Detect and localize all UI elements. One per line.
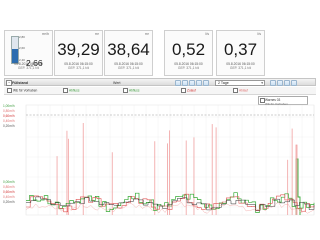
series-tag-label: WE für Vorhaben: [13, 88, 38, 93]
zoom-out-button[interactable]: [182, 79, 188, 86]
value-card-2: m³ 38,64 05.8.2016 06:15:00 GEP. 371,1 t…: [104, 30, 153, 76]
level-gauge-card: m³/h 2,80 2,60 2,40 2,66 05.8.2016 06:15…: [4, 30, 53, 76]
export-button[interactable]: [270, 79, 276, 86]
settings-button[interactable]: [277, 79, 283, 86]
axis-label-upper: 1,00m/h: [3, 104, 15, 108]
series-tag-label: Ablauf: [239, 88, 249, 93]
card-value: 0,52: [171, 40, 206, 59]
series-checkbox[interactable]: [123, 88, 128, 93]
axis-label-lower: 0,60m/h: [3, 190, 15, 194]
chart-title: Füllstand: [12, 80, 28, 85]
card-value: 38,64: [107, 40, 150, 59]
card-value: 0,37: [223, 40, 258, 59]
gauge-unit: m³/h: [42, 32, 49, 36]
axis-label-lower: 0,20m/h: [3, 200, 15, 204]
fullscreen-button[interactable]: [291, 79, 297, 86]
series-tag-4[interactable]: Zulauf: [180, 88, 197, 93]
series-tags-bar: WE für Vorhaben Abfluss Abfluss Zulauf A…: [4, 87, 316, 95]
series-tag-2[interactable]: Abfluss: [62, 88, 80, 93]
refresh-button[interactable]: [203, 79, 209, 86]
value-card-3: l/s 0,52 05.8.2016 06:15:00 GEP. 371,1 t…: [164, 30, 213, 76]
series-tag-1[interactable]: WE für Vorhaben: [6, 88, 38, 93]
axis-label-upper: 0,80m/h: [3, 109, 15, 113]
next-button[interactable]: [196, 79, 202, 86]
value-card-4: l/s 0,37 05.8.2016 06:15:00 GEP. 371,1 t…: [216, 30, 265, 76]
card-unit: m³: [94, 32, 99, 36]
value-card-1: m³ 39,29 05.8.2016 06:15:00 GEP. 371,1 t…: [54, 30, 103, 76]
gauge-fill: [12, 48, 18, 63]
series-tag-label: Zulauf: [187, 88, 196, 93]
series-checkbox[interactable]: [7, 88, 12, 93]
chart-axis-labels: 1,00m/h0,80m/h0,60m/h0,40m/h0,20m/h0,00m…: [3, 104, 15, 204]
card-value: 39,29: [57, 40, 100, 59]
print-button[interactable]: [284, 79, 290, 86]
time-series-chart: 1,00m/h0,80m/h0,60m/h0,40m/h0,20m/h0,00m…: [3, 104, 315, 216]
mode-label: Wert: [113, 80, 121, 85]
prev-button[interactable]: [175, 79, 181, 86]
axis-label-upper: 0,20m/h: [3, 124, 15, 128]
axis-label-upper: 0,60m/h: [3, 114, 15, 118]
axis-label-lower: 0,00m/h: [3, 180, 15, 184]
gauge-tick-mid: 2,60: [19, 46, 25, 50]
gauge-range: GEP. 371,1 t/d: [17, 66, 40, 70]
axis-label-upper: 0,40m/h: [3, 119, 15, 123]
chart-toolbar: − Füllstand Wert 2 Tage ▾: [4, 78, 316, 86]
card-range: GEP. 371,1 t/d: [67, 66, 90, 70]
gauge-track: [11, 36, 19, 64]
period-select-value: 2 Tage: [218, 81, 229, 85]
card-range: GEP. 371,1 t/d: [117, 66, 140, 70]
series-checkbox[interactable]: [181, 88, 186, 93]
card-range: GEP. 371,1 t/d: [229, 66, 252, 70]
series-tag-5[interactable]: Ablauf: [232, 88, 249, 93]
zoom-in-button[interactable]: [189, 79, 195, 86]
period-select[interactable]: 2 Tage ▾: [215, 79, 265, 86]
series-checkbox[interactable]: [63, 88, 68, 93]
chevron-down-icon: ▾: [261, 80, 263, 85]
gauge-tick-top: 2,80: [19, 35, 25, 39]
series-tag-label: Abfluss: [69, 88, 80, 93]
axis-label-lower: 0,80m/h: [3, 185, 15, 189]
card-unit: l/s: [205, 32, 210, 36]
series-tag-3[interactable]: Abfluss: [122, 88, 140, 93]
series-checkbox[interactable]: [233, 88, 238, 93]
card-unit: m³: [144, 32, 149, 36]
card-unit: l/s: [257, 32, 262, 36]
card-range: GEP. 371,1 t/d: [177, 66, 200, 70]
series-tag-label: Abfluss: [129, 88, 140, 93]
axis-label-lower: 0,40m/h: [3, 195, 15, 199]
